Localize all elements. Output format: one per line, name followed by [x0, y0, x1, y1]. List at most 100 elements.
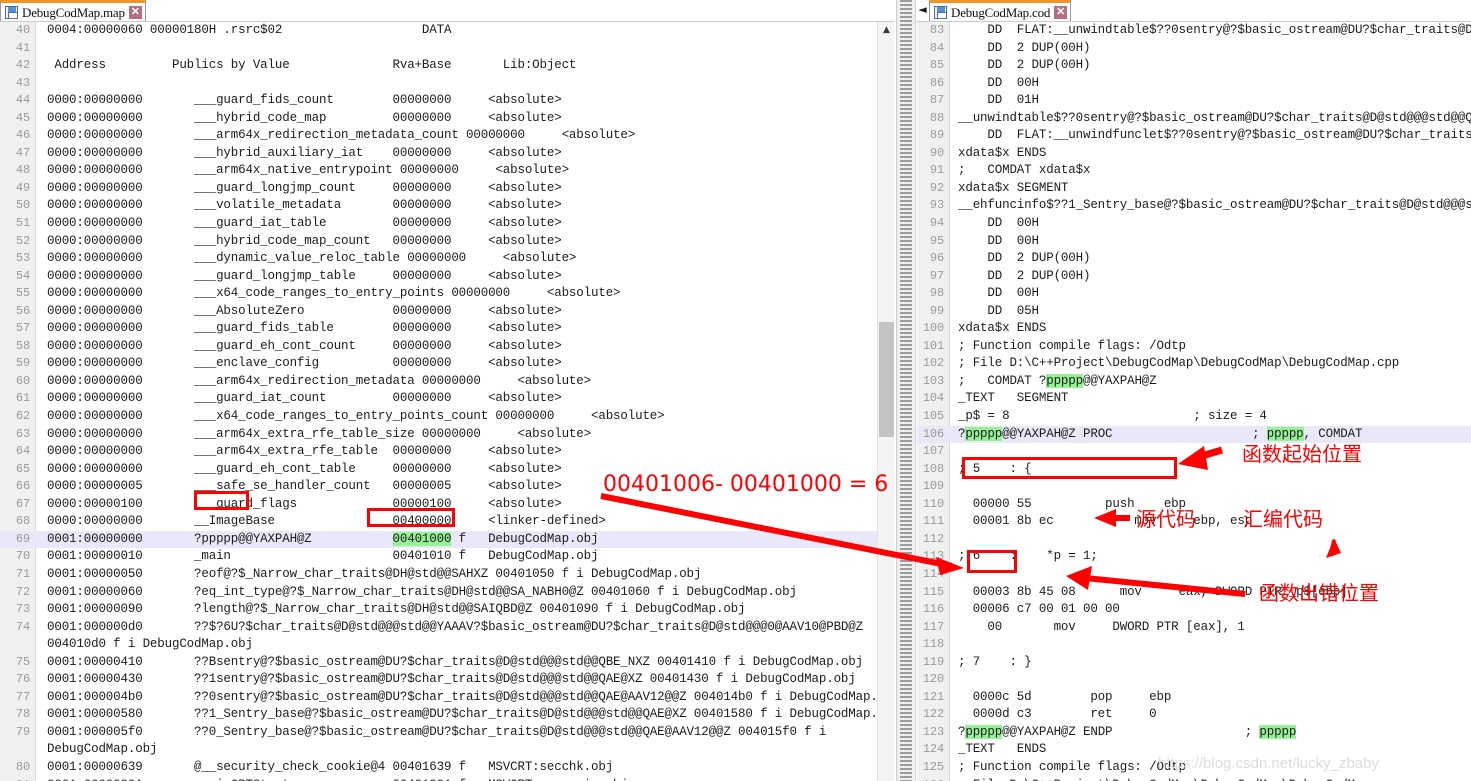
code-line[interactable]: 121 0000c 5d pop ebp — [917, 689, 1471, 707]
code-line[interactable]: 93 __ehfuncinfo$??1_Sentry_base@?$basic_o… — [917, 197, 1471, 215]
code-line[interactable]: 101 ; Function compile flags: /Odtp — [917, 338, 1471, 356]
right-code-area[interactable]: 83 DD FLAT:__unwindtable$??0sentry@?$bas… — [917, 22, 1471, 781]
code-line[interactable]: 89 DD FLAT:__unwindfunclet$??0sentry@?$b… — [917, 127, 1471, 145]
code-line[interactable]: 113 ; 6 : *p = 1; — [917, 548, 1471, 566]
code-line[interactable]: 110 00000 55 push ebp — [917, 496, 1471, 514]
code-line[interactable]: 44 0000:00000000 ___guard_fids_count 0000… — [0, 92, 894, 110]
code-line[interactable]: 87 DD 01H — [917, 92, 1471, 110]
code-line[interactable]: 51 0000:00000000 ___guard_iat_table 00000… — [0, 215, 894, 233]
code-line[interactable]: 124 _TEXT ENDS — [917, 741, 1471, 759]
code-line[interactable]: 112 — [917, 531, 1471, 549]
code-line[interactable]: 59 0000:00000000 ___enclave_config 000000… — [0, 355, 894, 373]
code-line[interactable]: 77 0001:000004b0 ??0sentry@?$basic_ostrea… — [0, 689, 894, 707]
code-line[interactable]: 48 0000:00000000 ___arm64x_native_entrypo… — [0, 162, 894, 180]
code-line[interactable]: 114 — [917, 566, 1471, 584]
code-line[interactable]: 123 ?ppppp@@YAXPAH@Z ENDP ; ppppp — [917, 724, 1471, 742]
code-line[interactable]: 98 DD 00H — [917, 285, 1471, 303]
code-line[interactable]: 68 0000:00000000 __ImageBase 00400000 <li… — [0, 513, 894, 531]
pane-splitter[interactable] — [896, 0, 916, 781]
code-line[interactable]: 53 0000:00000000 ___dynamic_value_reloc_t… — [0, 250, 894, 268]
code-line[interactable]: 111 00001 8b ec mov ebp, esp — [917, 513, 1471, 531]
code-line[interactable]: 40 0004:00000060 00000180H .rsrc$02 DATA — [0, 22, 894, 40]
code-line[interactable]: 41 — [0, 40, 894, 58]
code-line[interactable]: 119 ; 7 : } — [917, 654, 1471, 672]
code-line[interactable]: 71 0001:00000050 ?eof@?$_Narrow_char_trai… — [0, 566, 894, 584]
code-line[interactable]: 56 0000:00000000 ___AbsoluteZero 00000000… — [0, 303, 894, 321]
tab-scroll-left-icon[interactable]: ◄ — [917, 2, 928, 18]
code-line[interactable]: 109 — [917, 478, 1471, 496]
code-line[interactable]: 70 0001:00000010 _main 00401010 f DebugCo… — [0, 548, 894, 566]
code-line[interactable]: 92 xdata$x SEGMENT — [917, 180, 1471, 198]
code-line[interactable]: 100 xdata$x ENDS — [917, 320, 1471, 338]
left-vertical-scrollbar[interactable]: ▲ — [877, 22, 894, 781]
code-line[interactable]: 61 0000:00000000 ___guard_iat_count 00000… — [0, 390, 894, 408]
code-line[interactable]: 72 0001:00000060 ?eq_int_type@?$_Narrow_c… — [0, 584, 894, 602]
tab-debugcodmap-map[interactable]: DebugCodMap.map ✕ — [0, 0, 146, 22]
code-line[interactable]: 75 0001:00000410 ??Bsentry@?$basic_ostrea… — [0, 654, 894, 672]
code-line[interactable]: 47 0000:00000000 ___hybrid_auxiliary_iat … — [0, 145, 894, 163]
code-line[interactable]: 88 __unwindtable$??0sentry@?$basic_ostrea… — [917, 110, 1471, 128]
scrollbar-thumb[interactable] — [879, 322, 894, 437]
code-line[interactable]: 79 0001:000005f0 ??0_Sentry_base@?$basic_… — [0, 724, 894, 742]
code-line[interactable]: 54 0000:00000000 ___guard_longjmp_table 0… — [0, 268, 894, 286]
code-line[interactable]: 105 _p$ = 8 ; size = 4 — [917, 408, 1471, 426]
code-line[interactable]: 85 DD 2 DUP(00H) — [917, 57, 1471, 75]
code-line[interactable]: 49 0000:00000000 ___guard_longjmp_count 0… — [0, 180, 894, 198]
code-line[interactable]: 58 0000:00000000 ___guard_eh_cont_count 0… — [0, 338, 894, 356]
code-line[interactable]: 117 00 mov DWORD PTR [eax], 1 — [917, 619, 1471, 637]
code-line[interactable]: 126 ; File D:\C++Project\DebugCodMap\Debu… — [917, 777, 1471, 781]
code-line[interactable]: 115 00003 8b 45 08 mov eax, DWORD PTR _p… — [917, 584, 1471, 602]
code-line[interactable]: 76 0001:00000430 ??1sentry@?$basic_ostrea… — [0, 671, 894, 689]
code-line[interactable]: 94 DD 00H — [917, 215, 1471, 233]
code-line[interactable]: 97 DD 2 DUP(00H) — [917, 268, 1471, 286]
code-line[interactable]: 42 Address Publics by Value Rva+Base Lib… — [0, 57, 894, 75]
code-line[interactable]: 84 DD 2 DUP(00H) — [917, 40, 1471, 58]
splitter-grip-secondary[interactable] — [905, 0, 908, 781]
code-line[interactable]: DebugCodMap.obj — [0, 741, 894, 759]
code-line[interactable]: 81 0001:00000891 _mainCRTStartup 00401891… — [0, 777, 894, 781]
code-line[interactable]: 96 DD 2 DUP(00H) — [917, 250, 1471, 268]
code-line[interactable]: 95 DD 00H — [917, 233, 1471, 251]
code-line[interactable]: 69 0001:00000000 ?ppppp@@YAXPAH@Z 0040100… — [0, 530, 894, 549]
code-line[interactable]: 103 ; COMDAT ?ppppp@@YAXPAH@Z — [917, 373, 1471, 391]
close-x-icon[interactable]: ✕ — [128, 6, 142, 19]
code-line[interactable]: 120 — [917, 671, 1471, 689]
code-line[interactable]: 116 00006 c7 00 01 00 00 — [917, 601, 1471, 619]
code-line[interactable]: 99 DD 05H — [917, 303, 1471, 321]
code-line[interactable]: 125 ; Function compile flags: /Odtp — [917, 759, 1471, 777]
code-line[interactable]: 78 0001:00000580 ??1_Sentry_base@?$basic_… — [0, 706, 894, 724]
code-line[interactable]: 57 0000:00000000 ___guard_fids_table 0000… — [0, 320, 894, 338]
code-line[interactable]: 60 0000:00000000 ___arm64x_redirection_me… — [0, 373, 894, 391]
code-line[interactable]: 74 0001:000000d0 ??$?6U?$char_traits@D@st… — [0, 619, 894, 637]
code-line[interactable]: 43 — [0, 75, 894, 93]
code-line[interactable]: 62 0000:00000000 ___x64_code_ranges_to_en… — [0, 408, 894, 426]
code-line[interactable]: 107 — [917, 443, 1471, 461]
code-line[interactable]: 80 0001:00000639 @__security_check_cookie… — [0, 759, 894, 777]
code-line[interactable]: 65 0000:00000000 ___guard_eh_cont_table 0… — [0, 461, 894, 479]
scroll-up-icon[interactable]: ▲ — [878, 22, 894, 38]
code-line[interactable]: 122 0000d c3 ret 0 — [917, 706, 1471, 724]
code-line[interactable]: 90 xdata$x ENDS — [917, 145, 1471, 163]
code-line[interactable]: 50 0000:00000000 ___volatile_metadata 000… — [0, 197, 894, 215]
tab-debugcodmap-cod[interactable]: DebugCodMap.cod ✕ — [929, 0, 1072, 22]
code-line[interactable]: 52 0000:00000000 ___hybrid_code_map_count… — [0, 233, 894, 251]
code-line[interactable]: 64 0000:00000000 ___arm64x_extra_rfe_tabl… — [0, 443, 894, 461]
code-line[interactable]: 66 0000:00000005 ___safe_se_handler_count… — [0, 478, 894, 496]
code-line[interactable]: 55 0000:00000000 ___x64_code_ranges_to_en… — [0, 285, 894, 303]
code-line[interactable]: 106 ?ppppp@@YAXPAH@Z PROC ; ppppp, COMDAT — [917, 425, 1471, 444]
code-line[interactable]: 91 ; COMDAT xdata$x — [917, 162, 1471, 180]
code-line[interactable]: 67 0000:00000100 ___guard_flags 00000100 … — [0, 496, 894, 514]
code-line[interactable]: 86 DD 00H — [917, 75, 1471, 93]
code-line[interactable]: 004010d0 f i DebugCodMap.obj — [0, 636, 894, 654]
code-line[interactable]: 63 0000:00000000 ___arm64x_extra_rfe_tabl… — [0, 426, 894, 444]
code-line[interactable]: 102 ; File D:\C++Project\DebugCodMap\Debu… — [917, 355, 1471, 373]
code-line[interactable]: 73 0001:00000090 ?length@?$_Narrow_char_t… — [0, 601, 894, 619]
code-line[interactable]: 83 DD FLAT:__unwindtable$??0sentry@?$bas… — [917, 22, 1471, 40]
left-code-area[interactable]: 40 0004:00000060 00000180H .rsrc$02 DATA 4… — [0, 22, 894, 781]
code-line[interactable]: 108 ; 5 : { — [917, 461, 1471, 479]
close-x-icon[interactable]: ✕ — [1054, 6, 1068, 19]
code-line[interactable]: 46 0000:00000000 ___arm64x_redirection_me… — [0, 127, 894, 145]
code-line[interactable]: 104 _TEXT SEGMENT — [917, 390, 1471, 408]
code-line[interactable]: 118 — [917, 636, 1471, 654]
code-line[interactable]: 45 0000:00000000 ___hybrid_code_map 00000… — [0, 110, 894, 128]
